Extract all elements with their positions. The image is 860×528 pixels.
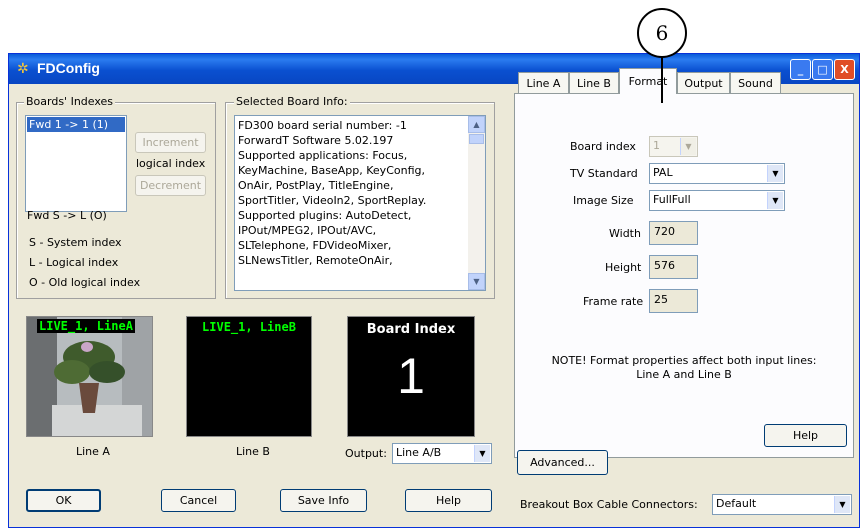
key-logical-index: L - Logical index xyxy=(29,256,119,269)
increment-button[interactable]: Increment xyxy=(135,132,206,153)
info-line: Supported plugins: AutoDetect, xyxy=(238,209,412,222)
info-line: KeyMachine, BaseApp, KeyConfig, xyxy=(238,164,425,177)
board-index-preview: Board Index 1 xyxy=(347,316,475,437)
decrement-button[interactable]: Decrement xyxy=(135,175,206,196)
line-b-title: LIVE_1, LineB xyxy=(202,320,296,334)
info-line: Supported applications: Focus, xyxy=(238,149,408,162)
save-info-button[interactable]: Save Info xyxy=(280,489,367,512)
note-line-2: Line A and Line B xyxy=(636,368,732,381)
maximize-icon: □ xyxy=(817,63,828,76)
tab-line-a[interactable]: Line A xyxy=(518,72,569,93)
tv-standard-value: PAL xyxy=(653,166,673,179)
tab-format[interactable]: Format xyxy=(619,68,677,94)
logical-index-label: logical index xyxy=(136,157,206,170)
help-button[interactable]: Help xyxy=(405,489,492,512)
board-info-legend: Selected Board Info: xyxy=(234,95,350,108)
height-label: Height xyxy=(605,261,642,274)
info-line: IPOut/MPEG2, IPOut/AVC, xyxy=(238,224,377,237)
format-tab-panel: Board index 1 ▼ TV Standard PAL ▼ Image … xyxy=(514,93,854,458)
fdconfig-window: ✲ FDConfig _ □ X Boards' Indexes Fwd 1 -… xyxy=(8,53,860,528)
line-a-caption: Line A xyxy=(76,445,110,458)
frame-rate-field: 25 xyxy=(649,289,698,313)
line-a-title: LIVE_1, LineA xyxy=(39,319,133,333)
tv-standard-select[interactable]: PAL ▼ xyxy=(649,163,785,184)
info-line: SLTelephone, FDVideoMixer, xyxy=(238,239,392,252)
board-info-textarea[interactable]: FD300 board serial number: -1 ForwardT S… xyxy=(234,115,486,291)
tab-output[interactable]: Output xyxy=(677,72,730,93)
format-note: NOTE! Format properties affect both inpu… xyxy=(515,354,853,382)
breakout-value: Default xyxy=(716,497,757,510)
info-line: OnAir, PostPlay, TitleEngine, xyxy=(238,179,394,192)
line-b-preview: LIVE_1, LineB xyxy=(186,316,312,437)
board-index-label: Board index xyxy=(570,140,636,153)
image-size-value: FullFull xyxy=(653,193,691,206)
board-index-value: 1 xyxy=(397,348,425,404)
callout-number: 6 xyxy=(655,21,669,45)
minimize-icon: _ xyxy=(797,63,804,76)
chevron-down-icon: ▼ xyxy=(834,496,850,513)
scroll-thumb[interactable] xyxy=(469,134,484,144)
boards-index-listbox[interactable]: Fwd 1 -> 1 (1) xyxy=(25,115,127,212)
tab-sound[interactable]: Sound xyxy=(730,72,781,93)
scroll-down-icon[interactable]: ▼ xyxy=(468,273,485,290)
line-a-overlay: LIVE_1, LineA xyxy=(27,319,152,333)
close-icon: X xyxy=(840,63,849,76)
breakout-label: Breakout Box Cable Connectors: xyxy=(520,498,698,511)
maximize-button[interactable]: □ xyxy=(812,59,833,80)
window-title: FDConfig xyxy=(37,60,100,76)
tab-line-b[interactable]: Line B xyxy=(569,72,619,93)
board-index-select-value: 1 xyxy=(653,139,660,152)
boards-indexes-legend: Boards' Indexes xyxy=(24,95,116,108)
output-select[interactable]: Line A/B ▼ xyxy=(392,443,492,464)
chevron-down-icon: ▼ xyxy=(474,445,490,462)
board-index-select[interactable]: 1 ▼ xyxy=(649,136,698,157)
width-field: 720 xyxy=(649,221,698,245)
board-info-text: FD300 board serial number: -1 ForwardT S… xyxy=(238,118,466,268)
ok-button[interactable]: OK xyxy=(26,489,101,512)
line-b-caption: Line B xyxy=(236,445,270,458)
output-label: Output: xyxy=(345,447,387,460)
tv-standard-label: TV Standard xyxy=(570,167,638,180)
board-index-title: Board Index xyxy=(366,322,456,337)
chevron-down-icon: ▼ xyxy=(680,138,696,155)
app-icon: ✲ xyxy=(17,61,29,77)
minimize-button[interactable]: _ xyxy=(790,59,811,80)
info-line: ForwardT Software 5.02.197 xyxy=(238,134,394,147)
list-item[interactable]: Fwd 1 -> 1 (1) xyxy=(27,117,125,132)
height-field: 576 xyxy=(649,255,698,279)
key-old-logical-index: O - Old logical index xyxy=(29,276,141,289)
width-label: Width xyxy=(609,227,641,240)
image-size-label: Image Size xyxy=(573,194,634,207)
vertical-scrollbar[interactable]: ▲ ▼ xyxy=(468,116,485,290)
chevron-down-icon: ▼ xyxy=(767,165,783,182)
callout-marker: 6 xyxy=(637,8,687,58)
image-size-select[interactable]: FullFull ▼ xyxy=(649,190,785,211)
scroll-up-icon[interactable]: ▲ xyxy=(468,116,485,133)
info-line: FD300 board serial number: -1 xyxy=(238,119,407,132)
info-line: SLNewsTitler, RemoteOnAir, xyxy=(238,254,393,267)
chevron-down-icon: ▼ xyxy=(767,192,783,209)
callout-pointer-line xyxy=(661,57,663,103)
advanced-button[interactable]: Advanced... xyxy=(517,450,608,475)
note-line-1: NOTE! Format properties affect both inpu… xyxy=(551,354,817,367)
close-button[interactable]: X xyxy=(834,59,855,80)
frame-rate-label: Frame rate xyxy=(583,295,644,308)
format-help-button[interactable]: Help xyxy=(764,424,847,447)
line-a-title-box: LIVE_1, LineA xyxy=(37,319,135,333)
fwd-summary: Fwd S -> L (O) xyxy=(27,209,107,222)
plant-video-frame xyxy=(27,317,152,436)
key-system-index: S - System index xyxy=(29,236,122,249)
line-a-preview: LIVE_1, LineA xyxy=(26,316,153,437)
info-line: SportTitler, VideoIn2, SportReplay. xyxy=(238,194,427,207)
cancel-button[interactable]: Cancel xyxy=(161,489,236,512)
breakout-select[interactable]: Default ▼ xyxy=(712,494,852,515)
output-value: Line A/B xyxy=(396,446,442,459)
